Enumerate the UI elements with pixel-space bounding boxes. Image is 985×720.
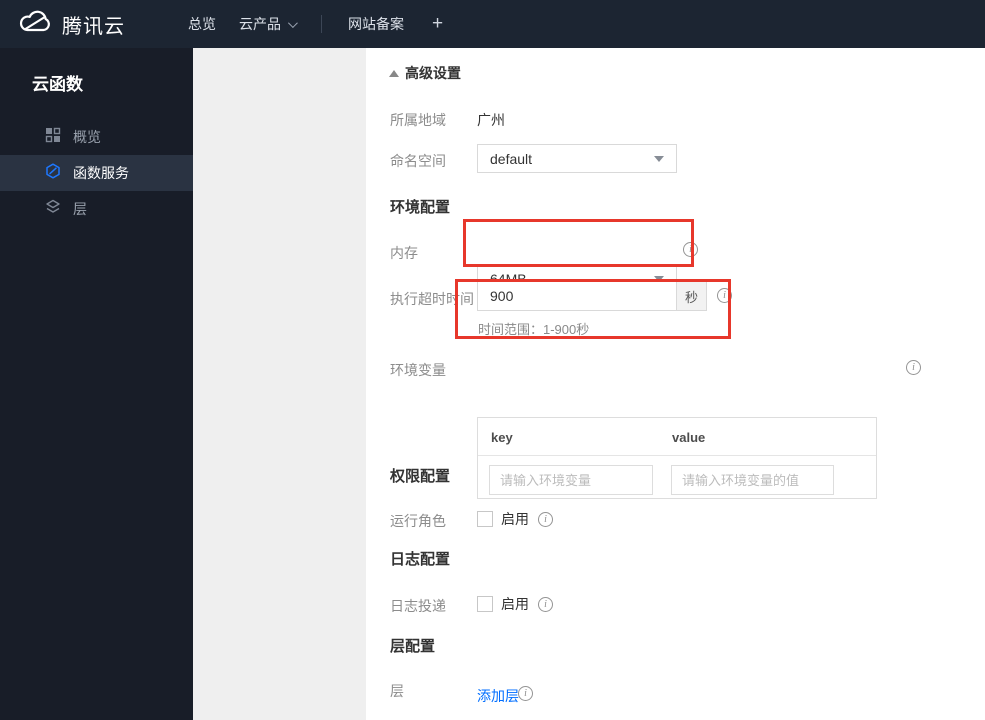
- nav-icp-filing[interactable]: 网站备案: [348, 14, 404, 34]
- environment-config-heading: 环境配置: [390, 199, 451, 216]
- advanced-settings-toggle[interactable]: 高级设置: [389, 63, 461, 83]
- sidebar-item-label: 层: [73, 201, 87, 217]
- run-role-label: 运行角色: [390, 513, 446, 529]
- run-role-info-icon[interactable]: i: [538, 511, 553, 527]
- env-vars-label: 环境变量: [390, 362, 446, 378]
- advanced-settings-label: 高级设置: [405, 65, 461, 81]
- layer-config-heading: 层配置: [390, 638, 436, 655]
- env-value-header: value: [672, 430, 706, 445]
- cloud-slash-logo-icon: [18, 9, 52, 40]
- namespace-label: 命名空间: [390, 153, 446, 169]
- run-role-checkbox[interactable]: [477, 511, 493, 527]
- sidebar-item-label: 概览: [73, 129, 101, 145]
- tencent-cloud-logo[interactable]: 腾讯云: [18, 9, 125, 40]
- nav-overview[interactable]: 总览: [188, 14, 216, 34]
- timeout-label: 执行超时时间: [390, 291, 474, 307]
- namespace-selected-value: default: [490, 150, 533, 167]
- sidebar-item-layers[interactable]: 层: [0, 191, 193, 227]
- region-value: 广州: [477, 112, 505, 128]
- nav-cloud-products[interactable]: 云产品: [239, 14, 298, 34]
- log-delivery-label: 日志投递: [390, 598, 446, 614]
- add-tab-button[interactable]: +: [432, 13, 443, 35]
- env-vars-table: key value: [477, 417, 877, 499]
- scf-hexagon-icon: [45, 162, 61, 184]
- sidebar-title: 云函数: [32, 75, 83, 94]
- add-layer-link[interactable]: 添加层: [477, 686, 519, 706]
- timeout-unit-suffix: 秒: [677, 281, 707, 311]
- log-delivery-row: 启用 i: [477, 594, 553, 614]
- env-vars-table-header: key value: [478, 418, 876, 456]
- memory-annotation-red-box: [463, 219, 694, 267]
- log-config-heading: 日志配置: [390, 551, 451, 568]
- memory-label: 内存: [390, 245, 418, 261]
- layer-label: 层: [390, 683, 404, 699]
- main-content: 高级设置 所属地域 广州 命名空间 default 环境配置 内存 64MB i…: [366, 48, 985, 720]
- sidebar-item-function-service[interactable]: 函数服务: [0, 155, 193, 191]
- timeout-input-group: 秒: [477, 281, 707, 311]
- permission-config-heading: 权限配置: [390, 468, 451, 485]
- run-role-row: 启用 i: [477, 509, 553, 529]
- overview-grid-icon: [45, 127, 61, 148]
- log-delivery-info-icon[interactable]: i: [538, 596, 553, 612]
- sidebar-item-overview[interactable]: 概览: [0, 119, 193, 155]
- env-vars-info-icon[interactable]: i: [906, 360, 921, 375]
- topbar: 腾讯云 总览 云产品 网站备案 +: [0, 0, 985, 48]
- chevron-down-icon: [287, 17, 298, 28]
- env-value-input[interactable]: [671, 465, 834, 495]
- log-delivery-enable-label: 启用: [501, 596, 529, 612]
- layers-icon: [45, 199, 61, 220]
- secondary-panel: [193, 48, 366, 720]
- memory-info-icon[interactable]: i: [683, 242, 698, 257]
- dropdown-arrow-icon: [654, 155, 664, 162]
- brand-name: 腾讯云: [62, 15, 125, 38]
- sidebar-menu: 概览 函数服务 层: [0, 119, 193, 227]
- timeout-info-icon[interactable]: i: [717, 288, 732, 303]
- env-key-input[interactable]: [489, 465, 653, 495]
- timeout-input[interactable]: [477, 281, 677, 311]
- layer-info-icon[interactable]: i: [518, 686, 533, 701]
- region-label: 所属地域: [390, 112, 446, 128]
- sidebar-item-label: 函数服务: [73, 165, 129, 181]
- timeout-range-hint: 时间范围：1-900秒: [478, 322, 590, 337]
- nav-divider: [321, 15, 322, 33]
- env-key-header: key: [491, 430, 513, 445]
- sidebar: 云函数 概览 函数服务 层: [0, 48, 193, 720]
- collapse-arrow-icon: [389, 69, 399, 77]
- top-navigation: 总览 云产品 网站备案 +: [165, 13, 443, 35]
- log-delivery-checkbox[interactable]: [477, 596, 493, 612]
- namespace-select[interactable]: default: [477, 144, 677, 173]
- run-role-enable-label: 启用: [501, 511, 529, 527]
